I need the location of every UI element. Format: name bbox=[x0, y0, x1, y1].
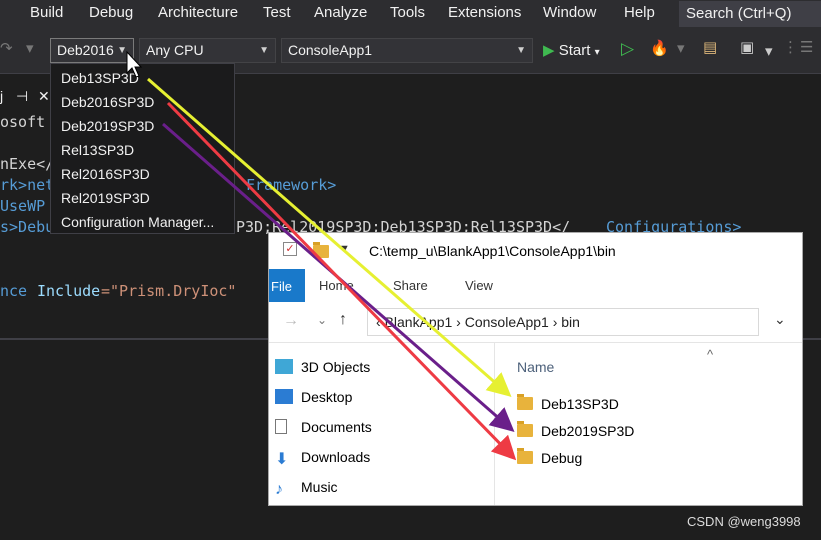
arrow-red bbox=[166, 101, 517, 461]
mouse-cursor-icon bbox=[126, 50, 143, 78]
arrow-yellow bbox=[147, 77, 512, 397]
watermark: CSDN @weng3998 bbox=[687, 514, 801, 529]
annotation-arrows bbox=[126, 50, 517, 461]
